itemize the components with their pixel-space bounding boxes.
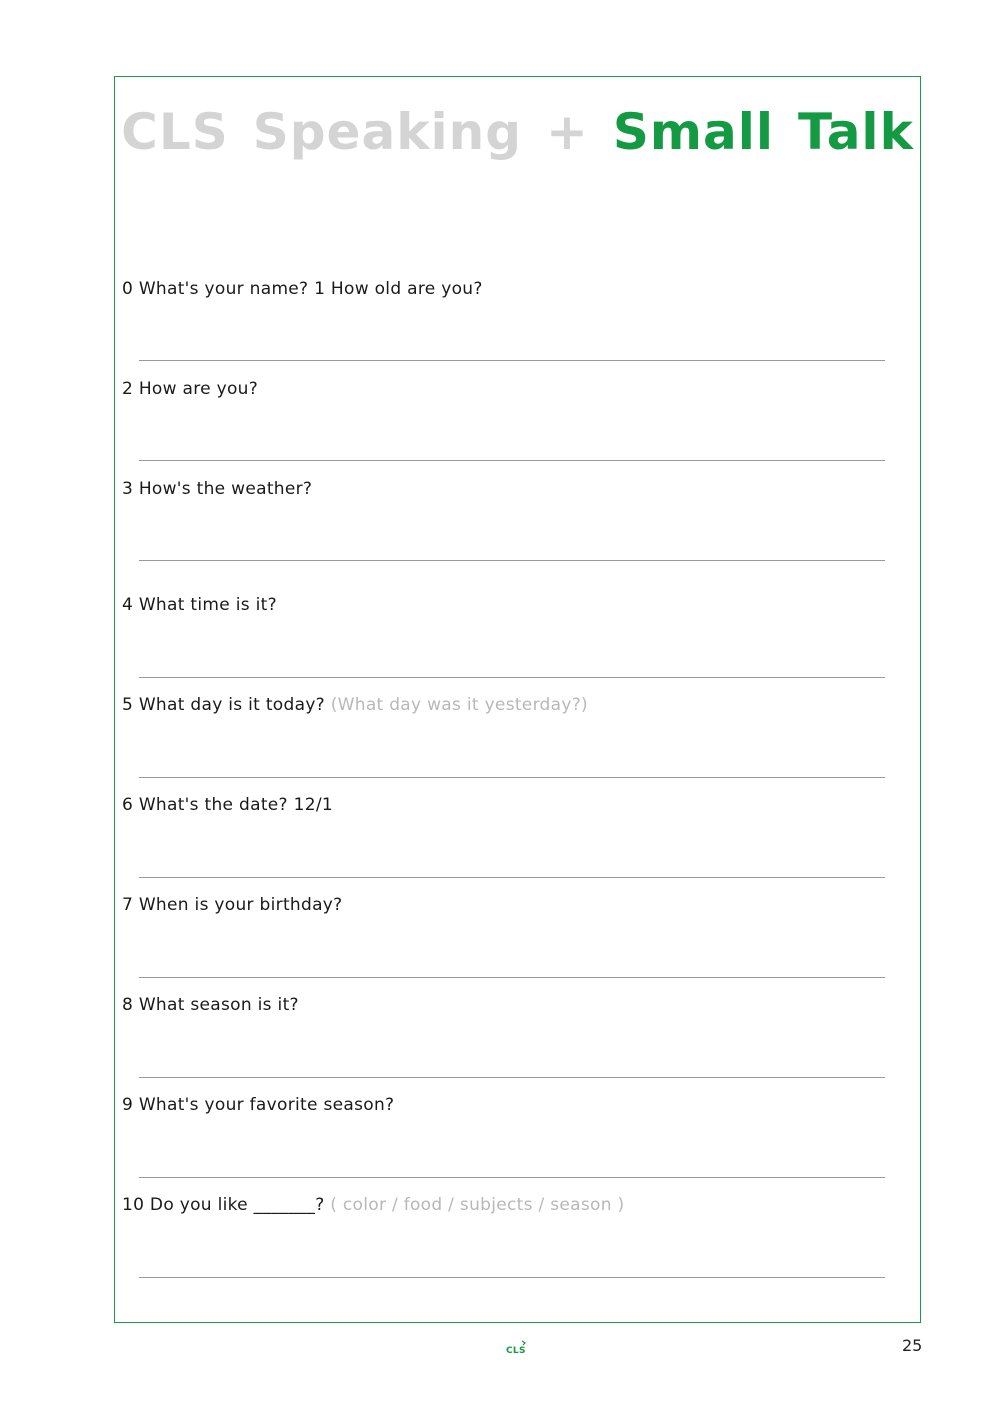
title-plus: + xyxy=(545,103,589,161)
question-10: 10 Do you like _______? ( color / food /… xyxy=(122,1194,624,1216)
title-speaking: Speaking xyxy=(252,103,522,161)
answer-line-2[interactable] xyxy=(139,460,885,461)
answer-line-7[interactable] xyxy=(139,977,885,978)
question-text: 3 How's the weather? xyxy=(122,479,313,499)
question-text: 6 What's the date? 12/1 xyxy=(122,795,333,815)
answer-line-8[interactable] xyxy=(139,1077,885,1078)
question-8: 8 What season is it? xyxy=(122,994,299,1016)
question-text: 5 What day is it today? xyxy=(122,695,325,715)
question-5: 5 What day is it today? (What day was it… xyxy=(122,694,588,716)
title-cls: CLS xyxy=(121,103,229,161)
question-text: 9 What's your favorite season? xyxy=(122,1095,395,1115)
question-2: 2 How are you? xyxy=(122,378,258,400)
question-text: 0 What's your name? 1 How old are you? xyxy=(122,279,483,299)
question-hint: ( color / food / subjects / season ) xyxy=(330,1195,625,1215)
page-title: CLS Speaking + Small Talk xyxy=(114,100,921,164)
title-small: Small xyxy=(612,103,775,161)
question-6: 6 What's the date? 12/1 xyxy=(122,794,333,816)
answer-line-3[interactable] xyxy=(139,560,885,561)
page-number: 25 xyxy=(902,1336,923,1355)
logo-text: CLS xyxy=(506,1346,526,1356)
cls-logo: CLS xyxy=(506,1340,530,1360)
answer-line-10[interactable] xyxy=(139,1277,885,1278)
answer-line-5[interactable] xyxy=(139,777,885,778)
question-text: 2 How are you? xyxy=(122,379,259,399)
question-3: 3 How's the weather? xyxy=(122,478,312,500)
question-text: 7 When is your birthday? xyxy=(122,895,343,915)
question-4: 4 What time is it? xyxy=(122,594,277,616)
answer-line-9[interactable] xyxy=(139,1177,885,1178)
answer-line-0[interactable] xyxy=(139,360,885,361)
question-7: 7 When is your birthday? xyxy=(122,894,343,916)
question-hint: (What day was it yesterday?) xyxy=(330,695,588,715)
question-9: 9 What's your favorite season? xyxy=(122,1094,394,1116)
answer-line-6[interactable] xyxy=(139,877,885,878)
question-text: 10 Do you like _______? xyxy=(122,1195,325,1215)
question-text: 8 What season is it? xyxy=(122,995,299,1015)
question-text: 4 What time is it? xyxy=(122,595,277,615)
answer-line-4[interactable] xyxy=(139,677,885,678)
question-0: 0 What's your name? 1 How old are you? xyxy=(122,278,483,300)
title-talk: Talk xyxy=(798,103,914,161)
